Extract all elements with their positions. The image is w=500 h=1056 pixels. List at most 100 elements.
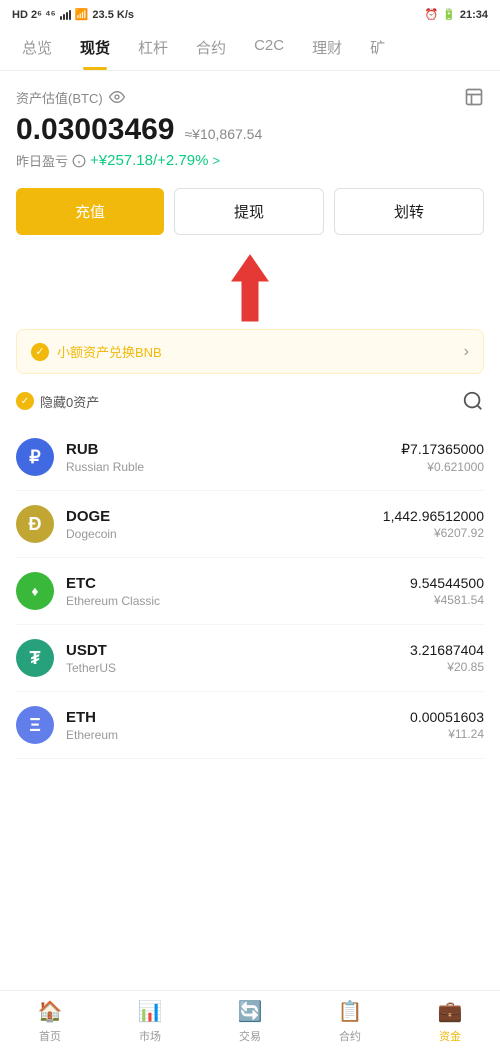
etc-symbol: ETC xyxy=(66,575,410,592)
usdt-icon: ₮ xyxy=(16,639,54,677)
usdt-balance: 3.21687404 xyxy=(410,642,484,658)
usdt-symbol: USDT xyxy=(66,642,410,659)
etc-info: ETC Ethereum Classic xyxy=(66,575,410,608)
transfer-button[interactable]: 划转 xyxy=(334,188,484,235)
asset-item-usdt[interactable]: ₮ USDT TetherUS 3.21687404 ¥20.85 xyxy=(16,625,484,692)
pnl-row: 昨日盈亏 +¥257.18/+2.79% > xyxy=(16,151,484,170)
nav-market[interactable]: 📊 市场 xyxy=(125,999,175,1044)
eth-balance: 0.00051603 xyxy=(410,709,484,725)
annotation-container xyxy=(16,253,484,323)
pnl-chevron[interactable]: > xyxy=(212,153,220,168)
pnl-label: 昨日盈亏 xyxy=(16,151,68,170)
market-icon: 📊 xyxy=(138,999,163,1024)
btc-value: 0.03003469 xyxy=(16,113,175,147)
rub-cny: ¥0.621000 xyxy=(401,460,484,474)
eth-info: ETH Ethereum xyxy=(66,709,410,742)
asset-item-doge[interactable]: Ð DOGE Dogecoin 1,442.96512000 ¥6207.92 xyxy=(16,491,484,558)
eye-icon[interactable] xyxy=(109,89,125,105)
nav-funds-label: 资金 xyxy=(439,1028,461,1044)
asset-label: 资产估值(BTC) xyxy=(16,87,484,107)
rub-icon: ₽ xyxy=(16,438,54,476)
alarm-icon: ⏰ xyxy=(424,8,438,21)
tab-spot[interactable]: 现货 xyxy=(66,25,124,70)
doge-symbol: DOGE xyxy=(66,508,383,525)
trade-icon: 🔄 xyxy=(238,999,263,1024)
pnl-value: +¥257.18/+2.79% xyxy=(90,152,208,169)
eth-cny: ¥11.24 xyxy=(410,727,484,741)
asset-item-eth[interactable]: Ξ ETH Ethereum 0.00051603 ¥11.24 xyxy=(16,692,484,759)
info-icon[interactable] xyxy=(72,154,86,168)
hide-assets-toggle[interactable]: ✓ 隐藏0资产 xyxy=(16,392,99,411)
bnb-banner-content: ✓ 小额资产兑换BNB xyxy=(31,342,162,361)
nav-trade[interactable]: 🔄 交易 xyxy=(225,999,275,1044)
usdt-amount: 3.21687404 ¥20.85 xyxy=(410,642,484,674)
nav-market-label: 市场 xyxy=(139,1028,161,1044)
etc-icon: ♦ xyxy=(16,572,54,610)
eth-name: Ethereum xyxy=(66,728,410,742)
tab-mining[interactable]: 矿 xyxy=(356,25,399,70)
etc-cny: ¥4581.54 xyxy=(410,593,484,607)
asset-item-etc[interactable]: ♦ ETC Ethereum Classic 9.54544500 ¥4581.… xyxy=(16,558,484,625)
asset-item-rub[interactable]: ₽ RUB Russian Ruble ₽7.17365000 ¥0.62100… xyxy=(16,424,484,491)
bnb-chevron-icon: › xyxy=(464,343,469,361)
battery-icon: 🔋 xyxy=(442,8,456,21)
status-bar: HD 2⁶ ⁴⁶ 📶 23.5 K/s ⏰ 🔋 21:34 xyxy=(0,0,500,25)
eth-icon: Ξ xyxy=(16,706,54,744)
bnb-exchange-banner[interactable]: ✓ 小额资产兑换BNB › xyxy=(16,329,484,374)
search-icon[interactable] xyxy=(462,390,484,412)
doge-icon: Ð xyxy=(16,505,54,543)
nav-futures-label: 合约 xyxy=(339,1028,361,1044)
speed-indicator: 23.5 K/s xyxy=(92,9,134,21)
deposit-button[interactable]: 充值 xyxy=(16,188,164,235)
asset-list: ₽ RUB Russian Ruble ₽7.17365000 ¥0.62100… xyxy=(16,424,484,759)
doge-cny: ¥6207.92 xyxy=(383,526,484,540)
nav-home-label: 首页 xyxy=(39,1028,61,1044)
usdt-name: TetherUS xyxy=(66,661,410,675)
bnb-banner-text: 小额资产兑换BNB xyxy=(57,342,162,361)
rub-balance: ₽7.17365000 xyxy=(401,441,484,458)
futures-icon: 📋 xyxy=(338,999,363,1024)
hide-assets-check: ✓ xyxy=(16,392,34,410)
action-buttons: 充值 提现 划转 xyxy=(16,188,484,235)
etc-amount: 9.54544500 ¥4581.54 xyxy=(410,575,484,607)
red-arrow-annotation xyxy=(220,253,280,323)
etc-balance: 9.54544500 xyxy=(410,575,484,591)
rub-info: RUB Russian Ruble xyxy=(66,441,401,474)
tab-futures[interactable]: 合约 xyxy=(182,25,240,70)
doge-name: Dogecoin xyxy=(66,527,383,541)
etc-name: Ethereum Classic xyxy=(66,594,410,608)
eth-amount: 0.00051603 ¥11.24 xyxy=(410,709,484,741)
doge-amount: 1,442.96512000 ¥6207.92 xyxy=(383,508,484,540)
rub-symbol: RUB xyxy=(66,441,401,458)
tab-finance[interactable]: 理财 xyxy=(298,25,356,70)
status-left: HD 2⁶ ⁴⁶ 📶 23.5 K/s xyxy=(12,8,134,21)
home-icon: 🏠 xyxy=(38,999,63,1024)
nav-funds[interactable]: 💼 资金 xyxy=(425,999,475,1044)
nav-futures[interactable]: 📋 合约 xyxy=(325,999,375,1044)
signal-bars xyxy=(60,10,71,20)
nav-tabs: 总览 现货 杠杆 合约 C2C 理财 矿 xyxy=(0,25,500,71)
network-info: HD 2⁶ ⁴⁶ xyxy=(12,9,56,21)
doge-info: DOGE Dogecoin xyxy=(66,508,383,541)
nav-trade-label: 交易 xyxy=(239,1028,261,1044)
tab-overview[interactable]: 总览 xyxy=(8,25,66,70)
eth-symbol: ETH xyxy=(66,709,410,726)
bnb-check-icon: ✓ xyxy=(31,343,49,361)
cny-approx: ≈¥10,867.54 xyxy=(185,126,263,142)
bottom-nav: 🏠 首页 📊 市场 🔄 交易 📋 合约 💼 资金 xyxy=(0,990,500,1056)
time-display: 21:34 xyxy=(460,9,488,21)
asset-value-row: 0.03003469 ≈¥10,867.54 xyxy=(16,113,484,147)
hide-assets-label: 隐藏0资产 xyxy=(40,392,99,411)
doge-balance: 1,442.96512000 xyxy=(383,508,484,524)
withdraw-button[interactable]: 提现 xyxy=(174,188,324,235)
funds-icon: 💼 xyxy=(438,999,463,1024)
usdt-info: USDT TetherUS xyxy=(66,642,410,675)
tab-c2c[interactable]: C2C xyxy=(240,25,298,70)
usdt-cny: ¥20.85 xyxy=(410,660,484,674)
asset-list-header: ✓ 隐藏0资产 xyxy=(16,390,484,412)
tab-margin[interactable]: 杠杆 xyxy=(124,25,182,70)
status-right: ⏰ 🔋 21:34 xyxy=(424,8,488,21)
rub-amount: ₽7.17365000 ¥0.621000 xyxy=(401,441,484,474)
nav-home[interactable]: 🏠 首页 xyxy=(25,999,75,1044)
history-icon[interactable] xyxy=(464,87,484,107)
